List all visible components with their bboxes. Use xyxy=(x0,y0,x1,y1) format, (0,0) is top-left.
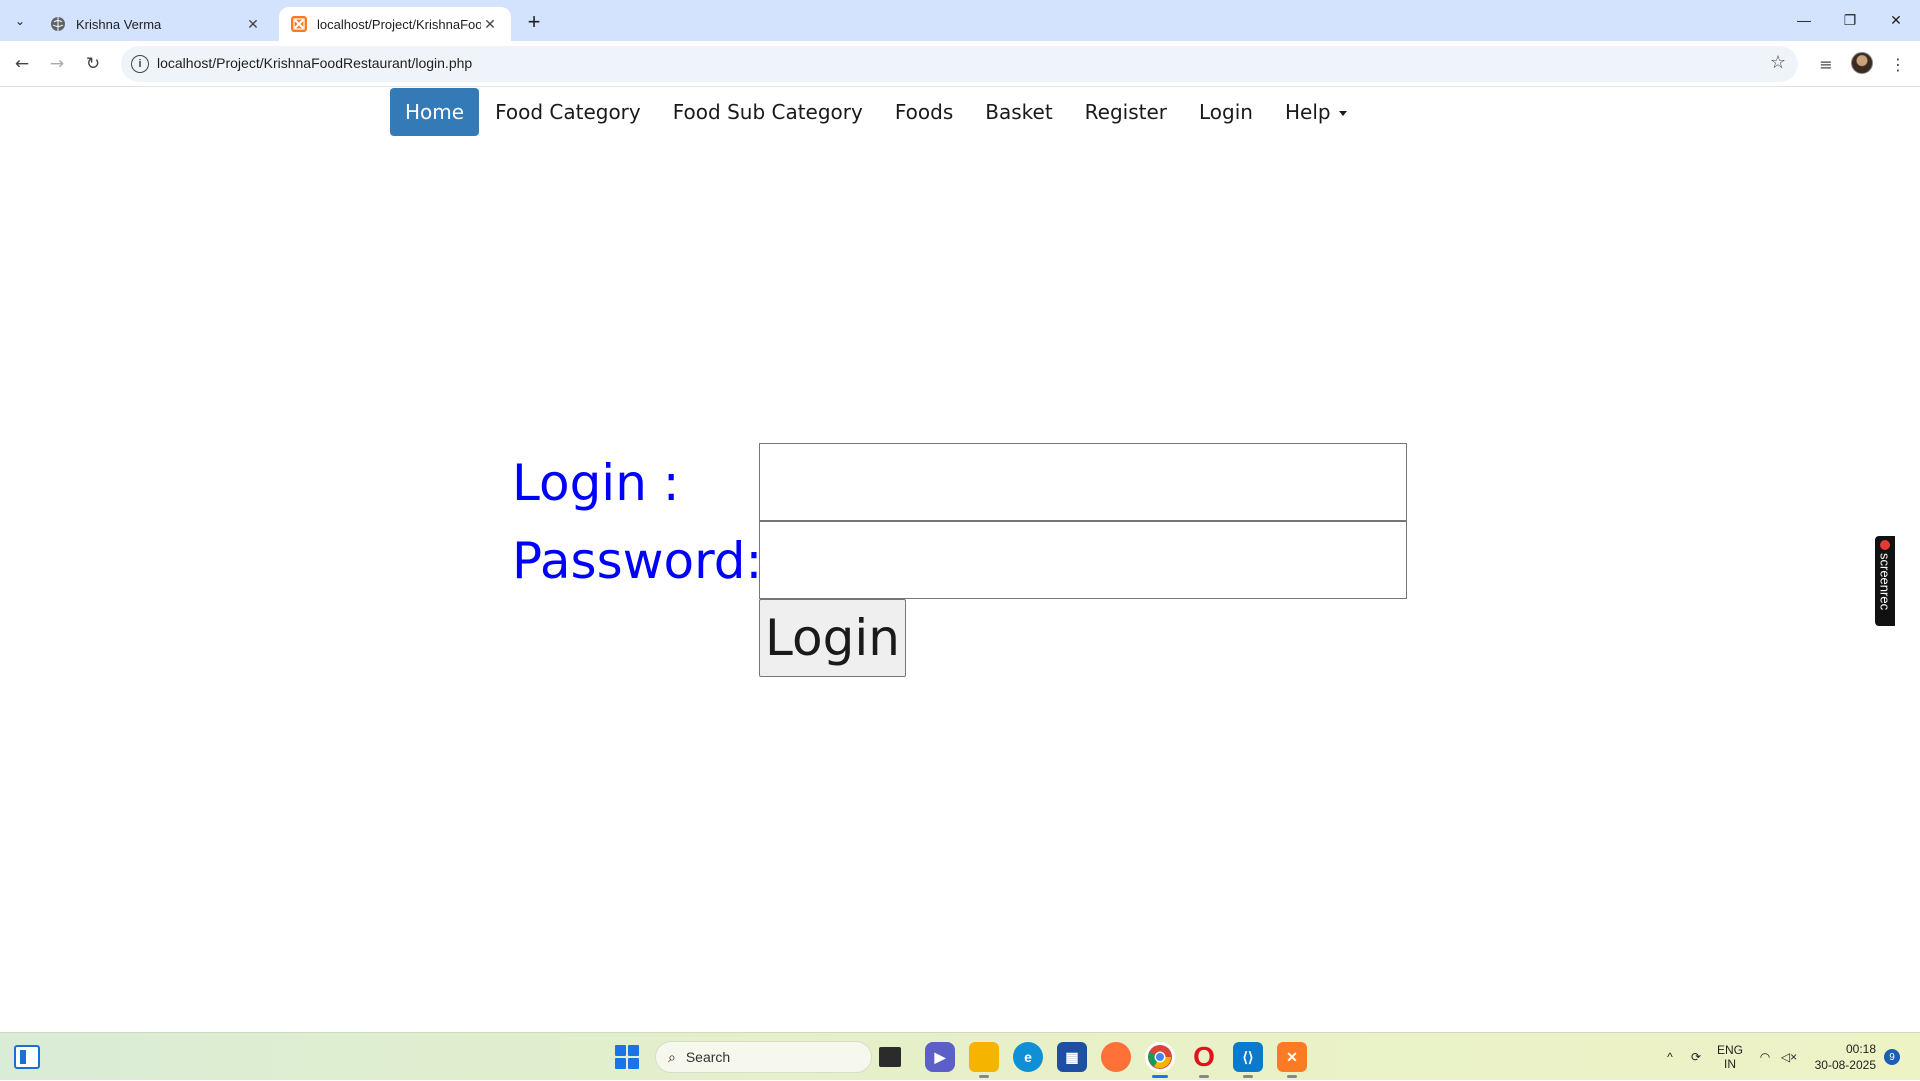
search-icon: ⌕ xyxy=(668,1048,676,1065)
file-explorer-icon[interactable] xyxy=(969,1042,999,1078)
record-icon xyxy=(1880,540,1890,550)
reload-icon[interactable]: ↻ xyxy=(79,50,107,78)
minimize-button[interactable]: — xyxy=(1781,0,1827,40)
address-bar[interactable]: i localhost/Project/KrishnaFoodRestauran… xyxy=(121,46,1798,82)
taskbar-clock[interactable]: 00:18 30-08-2025 xyxy=(1808,1041,1876,1073)
forward-arrow-icon[interactable]: → xyxy=(43,50,71,78)
tab-krishna-verma[interactable]: Krishna Verma ✕ xyxy=(38,7,274,41)
chrome-icon[interactable] xyxy=(1145,1042,1175,1078)
xampp-icon[interactable]: ✕ xyxy=(1277,1042,1307,1078)
xampp-icon xyxy=(291,16,307,32)
screenrec-label: screenrec xyxy=(1877,553,1893,611)
taskbar-search[interactable]: ⌕ Search xyxy=(655,1041,872,1073)
volume-muted-icon[interactable]: ◁× xyxy=(1778,1033,1800,1081)
password-label: Password: xyxy=(512,532,763,590)
notification-badge[interactable]: 9 xyxy=(1884,1049,1900,1065)
tab-title: localhost/Project/KrishnaFoodR xyxy=(317,16,481,32)
url-text[interactable]: localhost/Project/KrishnaFoodRestaurant/… xyxy=(157,55,472,71)
globe-icon xyxy=(51,17,65,31)
nav-help-label: Help xyxy=(1284,100,1331,124)
firefox-icon[interactable] xyxy=(1101,1042,1131,1072)
login-label: Login : xyxy=(512,454,680,512)
nav-foods[interactable]: Foods xyxy=(879,88,969,136)
wifi-icon[interactable]: ◠ xyxy=(1754,1033,1776,1081)
windows-start-icon[interactable] xyxy=(615,1045,639,1069)
login-submit-button[interactable]: Login xyxy=(759,599,906,677)
lang-code: ENG xyxy=(1716,1043,1743,1057)
password-input[interactable] xyxy=(759,521,1407,599)
star-icon[interactable]: ☆ xyxy=(1770,52,1786,73)
media-control-icon[interactable]: ≡ xyxy=(1812,50,1840,78)
login-input[interactable] xyxy=(759,443,1407,521)
chevron-down-icon[interactable]: ⌄ xyxy=(8,9,32,33)
search-placeholder: Search xyxy=(685,1049,731,1065)
lang-region: IN xyxy=(1724,1057,1736,1071)
clock-time: 00:18 xyxy=(1845,1042,1876,1056)
microsoft-store-icon[interactable]: ▦ xyxy=(1057,1042,1087,1072)
close-window-button[interactable]: ✕ xyxy=(1873,0,1919,40)
chrome-logo-icon xyxy=(1148,1045,1172,1069)
vscode-icon[interactable]: ⟨⟩ xyxy=(1233,1042,1263,1078)
task-view-icon[interactable] xyxy=(879,1047,901,1067)
tab-title: Krishna Verma xyxy=(76,16,162,32)
nav-food-sub-category[interactable]: Food Sub Category xyxy=(657,88,879,136)
nav-basket[interactable]: Basket xyxy=(969,88,1068,136)
clock-date: 30-08-2025 xyxy=(1814,1058,1876,1072)
widgets-icon[interactable] xyxy=(14,1045,40,1069)
nav-login[interactable]: Login xyxy=(1183,88,1269,136)
info-icon[interactable]: i xyxy=(131,55,149,73)
browser-tab-strip: ⌄ Krishna Verma ✕ localhost/Project/Kris… xyxy=(0,0,1920,41)
nav-register[interactable]: Register xyxy=(1069,88,1183,136)
language-indicator[interactable]: ENG IN xyxy=(1712,1033,1748,1081)
kebab-menu-icon[interactable]: ⋮ xyxy=(1884,50,1912,78)
screenrec-widget[interactable]: screenrec xyxy=(1875,536,1895,626)
sync-icon[interactable]: ⟳ xyxy=(1684,1033,1708,1081)
back-arrow-icon[interactable]: ← xyxy=(8,50,36,78)
new-tab-button[interactable]: + xyxy=(520,8,548,36)
tab-login-page[interactable]: localhost/Project/KrishnaFoodR ✕ xyxy=(279,7,511,41)
close-icon[interactable]: ✕ xyxy=(481,16,499,33)
browser-toolbar: ← → ↻ i localhost/Project/KrishnaFoodRes… xyxy=(0,41,1920,87)
avatar[interactable] xyxy=(1851,52,1873,74)
teams-icon[interactable]: ▶ xyxy=(925,1042,955,1072)
nav-help-dropdown[interactable]: Help xyxy=(1269,88,1363,136)
edge-icon[interactable]: e xyxy=(1013,1042,1043,1072)
opera-icon[interactable]: O xyxy=(1189,1041,1219,1078)
restore-button[interactable]: ❐ xyxy=(1827,0,1873,40)
caret-down-icon xyxy=(1338,111,1347,116)
nav-home[interactable]: Home xyxy=(390,88,480,136)
main-navbar: Home Food Category Food Sub Category Foo… xyxy=(390,88,1363,136)
chevron-up-icon[interactable]: ^ xyxy=(1660,1033,1680,1081)
close-icon[interactable]: ✕ xyxy=(244,16,262,33)
nav-food-category[interactable]: Food Category xyxy=(479,88,657,136)
taskbar: ⌕ Search ▶ e ▦ O ⟨⟩ ✕ ^ ⟳ ENG IN ◠ ◁× 00… xyxy=(0,1032,1920,1080)
